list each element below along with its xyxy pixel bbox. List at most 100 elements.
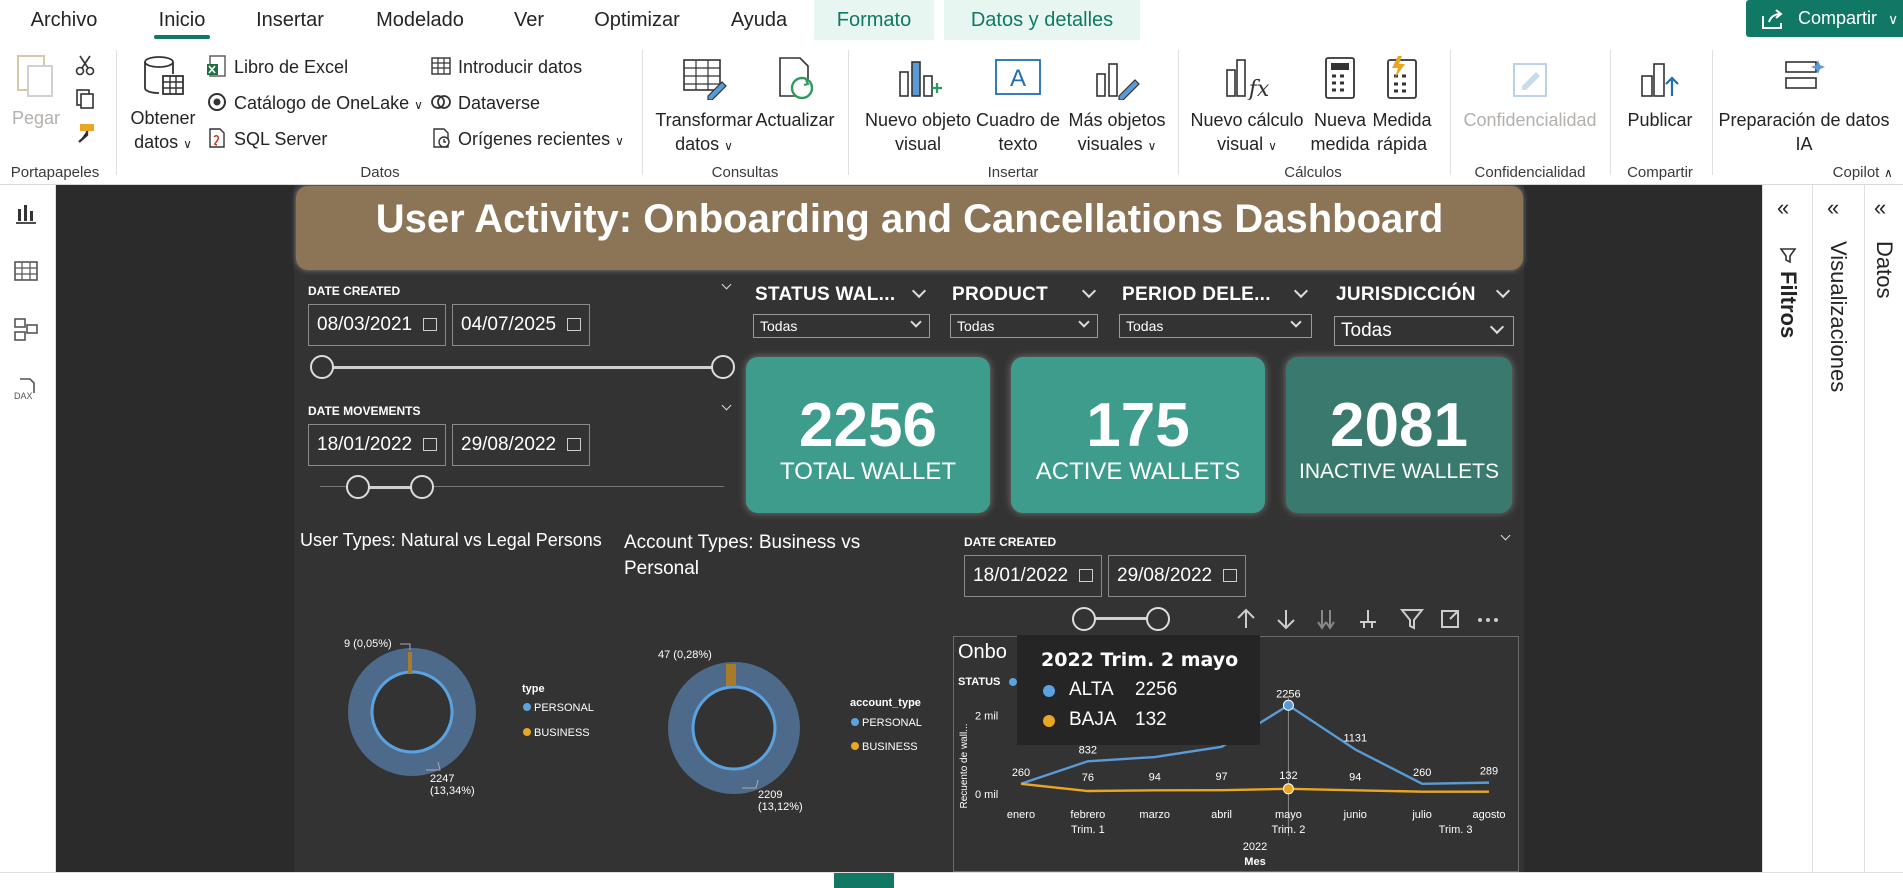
refresh-button[interactable]: Actualizar xyxy=(754,56,836,132)
tooltip-header: 2022 Trim. 2 mayo xyxy=(1041,649,1239,671)
tab-ayuda[interactable]: Ayuda xyxy=(728,0,790,40)
slider-handle-end[interactable] xyxy=(410,475,434,499)
donut-label-big-pct: (13,12%) xyxy=(758,801,803,813)
kpi-label: TOTAL WALLET xyxy=(779,458,957,485)
copy-icon[interactable] xyxy=(74,88,96,110)
expand-hierarchy-icon xyxy=(1360,610,1376,628)
sql-server-button[interactable]: SQL Server xyxy=(206,126,327,152)
active-page-tab[interactable] xyxy=(834,873,894,888)
sensitivity-button[interactable]: Confidencialidad xyxy=(1460,56,1600,132)
tab-optimizar[interactable]: Optimizar xyxy=(588,0,686,40)
x-tick-label: mayo xyxy=(1275,809,1302,821)
legend-dot-business xyxy=(851,742,859,750)
get-data-button[interactable]: Obtener datos ∨ xyxy=(126,54,200,156)
table-view-icon[interactable] xyxy=(12,257,40,285)
onelake-catalog-button[interactable]: Catálogo de OneLake ∨ xyxy=(206,90,423,116)
x-tick-label: junio xyxy=(1343,809,1367,821)
new-measure-button[interactable]: Nueva medida xyxy=(1310,56,1370,156)
svg-text:DAX: DAX xyxy=(14,391,33,401)
slider-handle-end[interactable] xyxy=(1146,607,1170,631)
recent-sources-icon xyxy=(433,128,450,148)
model-view-icon[interactable] xyxy=(12,315,40,343)
chevron-up-icon[interactable]: ∧ xyxy=(1884,166,1893,180)
x-tick-label: febrero xyxy=(1070,809,1105,821)
kpi-active-wallets: 175 ACTIVE WALLETS xyxy=(1011,357,1265,513)
tab-modelado[interactable]: Modelado xyxy=(370,0,470,40)
recent-sources-button[interactable]: Orígenes recientes ∨ xyxy=(430,126,624,152)
date-created-to[interactable]: 04/07/2025 xyxy=(452,304,590,346)
quick-measure-button[interactable]: Medida rápida xyxy=(1370,56,1434,156)
data-label-baja: 132 xyxy=(1279,770,1297,782)
tab-archivo[interactable]: Archivo xyxy=(28,0,100,40)
svg-text:fx: fx xyxy=(1247,77,1270,100)
collapse-left-icon[interactable]: « xyxy=(1777,195,1789,221)
format-painter-icon[interactable] xyxy=(74,122,96,144)
get-data-label-2: datos ∨ xyxy=(134,132,192,152)
slider-handle-start[interactable] xyxy=(1072,607,1096,631)
date-created-2-from[interactable]: 18/01/2022 xyxy=(964,555,1102,597)
enter-data-button[interactable]: Introducir datos xyxy=(430,54,582,80)
slider-handle-start[interactable] xyxy=(310,355,334,379)
tab-datos-detalles[interactable]: Datos y detalles xyxy=(944,0,1140,40)
filter-icon xyxy=(1779,248,1797,264)
slider-handle-end[interactable] xyxy=(711,355,735,379)
tab-insertar[interactable]: Insertar xyxy=(252,0,328,40)
tab-ver[interactable]: Ver xyxy=(512,0,546,40)
slicer-jurisdiccion-dropdown[interactable]: Todas xyxy=(1334,316,1514,346)
separator xyxy=(848,50,849,175)
chevron-down-icon: ∨ xyxy=(1888,11,1899,27)
slicer-product-dropdown[interactable]: Todas xyxy=(950,314,1098,338)
transform-data-button[interactable]: Transformar datos ∨ xyxy=(654,56,754,158)
date-movements-from[interactable]: 18/01/2022 xyxy=(308,424,446,466)
publish-label: Publicar xyxy=(1627,110,1693,130)
more-visuals-label-2: visuales ∨ xyxy=(1077,134,1157,154)
collapse-left-icon[interactable]: « xyxy=(1874,195,1886,221)
visualizations-pane[interactable]: « Visualizaciones xyxy=(1812,185,1864,888)
slicer-jurisdiccion-title: JURISDICCIÓN xyxy=(1336,284,1476,305)
clipboard-icon xyxy=(17,55,53,97)
new-calc-label-2: visual ∨ xyxy=(1217,134,1277,154)
new-visual-label-1: Nuevo objeto xyxy=(864,110,972,130)
date-created-from[interactable]: 08/03/2021 xyxy=(308,304,446,346)
transform-data-icon xyxy=(683,59,727,101)
separator xyxy=(1712,50,1713,175)
donut-account-types-title: Account Types: Business vs Personal xyxy=(624,530,860,582)
dax-query-icon[interactable]: DAX xyxy=(12,375,40,403)
cut-icon[interactable] xyxy=(74,54,96,76)
excel-workbook-button[interactable]: Libro de Excel xyxy=(206,54,348,80)
group-compartir: Compartir xyxy=(1627,164,1693,181)
filter-icon xyxy=(1399,609,1425,630)
new-visual-button[interactable]: Nuevo objeto visual xyxy=(862,56,974,156)
data-pane[interactable]: « Datos xyxy=(1864,185,1903,888)
legend-personal: PERSONAL xyxy=(862,717,922,729)
collapse-left-icon[interactable]: « xyxy=(1827,195,1839,221)
slider-handle-start[interactable] xyxy=(346,475,370,499)
tab-formato[interactable]: Formato xyxy=(814,0,934,40)
slicer-status-dropdown[interactable]: Todas xyxy=(753,314,930,338)
slicer-period-dropdown[interactable]: Todas xyxy=(1119,314,1312,338)
date-created-2-to[interactable]: 29/08/2022 xyxy=(1108,555,1246,597)
text-box-button[interactable]: A Cuadro de texto xyxy=(974,56,1062,156)
y-tick-2: 2 mil xyxy=(975,710,998,722)
report-view-icon[interactable] xyxy=(12,199,40,227)
legend-title: type xyxy=(522,683,545,695)
donut-account-types[interactable]: 47 (0,28%) 2209 (13,12%) account_type PE… xyxy=(630,640,950,820)
paste-button[interactable]: Pegar xyxy=(10,50,62,130)
ai-data-prep-button[interactable]: Preparación de datos IA xyxy=(1718,56,1890,156)
date-movements-to[interactable]: 29/08/2022 xyxy=(452,424,590,466)
excel-icon xyxy=(207,55,226,77)
ai-data-prep-label-1: Preparación de datos xyxy=(1718,110,1890,130)
tab-inicio[interactable]: Inicio xyxy=(154,0,210,40)
publish-button[interactable]: Publicar xyxy=(1618,56,1702,132)
database-icon xyxy=(144,56,184,95)
dataverse-button[interactable]: Dataverse xyxy=(430,90,540,116)
date-created-slider-track[interactable] xyxy=(320,366,724,369)
more-visuals-button[interactable]: Más objetos visuales ∨ xyxy=(1062,56,1172,158)
filters-pane[interactable]: « Filtros xyxy=(1762,185,1812,888)
tooltip-dot-alta xyxy=(1043,685,1055,697)
share-button[interactable]: Compartir ∨ xyxy=(1746,0,1903,37)
donut-label-big: 2247 xyxy=(430,773,454,785)
kpi-value: 2256 xyxy=(799,391,937,460)
new-visual-calculation-button[interactable]: fx Nuevo cálculo visual ∨ xyxy=(1188,56,1306,158)
donut-user-types[interactable]: 9 (0,05%) 2247 (13,34%) type PERSONAL BU… xyxy=(300,620,620,800)
